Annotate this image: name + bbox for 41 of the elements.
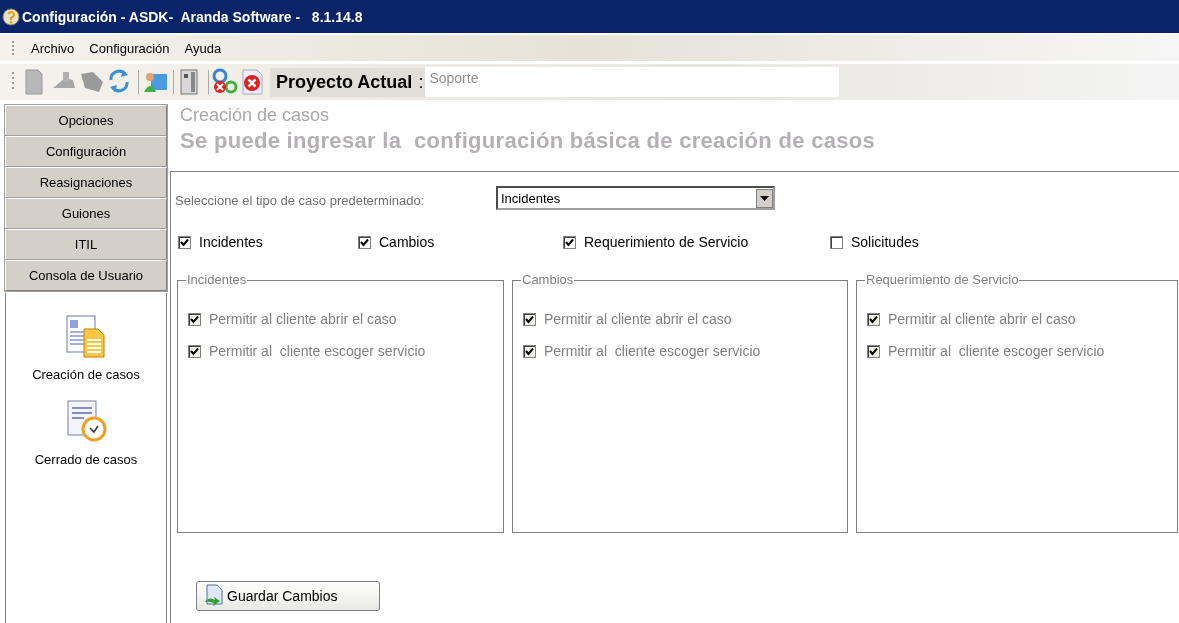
close-icon[interactable] bbox=[240, 68, 266, 96]
app-icon bbox=[2, 7, 20, 26]
sidebar-button[interactable]: Reasignaciones bbox=[5, 167, 167, 198]
checkbox-label: Permitir al cliente abrir el caso bbox=[888, 311, 1076, 327]
checkbox-label: Permitir al cliente abrir el caso bbox=[544, 311, 732, 327]
group-title: Requerimiento de Servicio bbox=[865, 272, 1020, 287]
checkbox[interactable] bbox=[178, 235, 191, 249]
grip-icon[interactable] bbox=[12, 41, 15, 55]
checkbox-label: Solicitudes bbox=[851, 234, 919, 250]
colon-text: : bbox=[416, 67, 426, 97]
section-subtitle: Se puede ingresar la configuración básica de creación de casos bbox=[180, 128, 877, 154]
checkbox-label: Incidentes bbox=[199, 234, 263, 250]
sidebar-button[interactable]: Configuración bbox=[5, 136, 167, 167]
sidebar-button[interactable]: Consola de Usuario bbox=[5, 260, 167, 291]
checkbox-label: Requerimiento de Servicio bbox=[584, 234, 749, 250]
sidebar-button[interactable]: Guiones bbox=[5, 198, 167, 229]
save-document-icon[interactable] bbox=[203, 584, 225, 608]
menu-item[interactable]: Configuración bbox=[83, 40, 179, 56]
sidebar-item[interactable]: Cerrado de casos bbox=[34, 452, 138, 467]
field-label: Seleccione el tipo de caso predeterminado: bbox=[175, 192, 426, 208]
sidebar-button[interactable]: ITIL bbox=[5, 229, 167, 260]
clock-document-icon[interactable] bbox=[64, 398, 108, 444]
menu-item[interactable]: Ayuda bbox=[178, 40, 231, 56]
group-title: Incidentes bbox=[186, 272, 248, 287]
checkbox-label: Permitir al cliente escoger servicio bbox=[544, 343, 761, 359]
checkbox-label: Permitir al cliente escoger servicio bbox=[209, 343, 426, 359]
checkbox[interactable] bbox=[563, 235, 576, 249]
window-title: Configuración - ASDK- Aranda Software - 8.1.14.8 bbox=[22, 8, 363, 25]
save-button[interactable]: Guardar Cambios bbox=[196, 581, 380, 611]
sidebar-button[interactable]: Opciones bbox=[5, 105, 167, 136]
sidebar-item[interactable]: Creación de casos bbox=[32, 367, 140, 382]
checkbox[interactable] bbox=[830, 235, 843, 249]
section-title: Creación de casos bbox=[180, 105, 331, 126]
checkbox-label: Permitir al cliente abrir el caso bbox=[209, 311, 397, 327]
group-title: Cambios bbox=[521, 272, 575, 287]
case-type-dropdown[interactable]: Incidentes bbox=[496, 186, 775, 210]
menu-item[interactable]: Archivo bbox=[25, 40, 84, 56]
checkbox-label: Permitir al cliente escoger servicio bbox=[888, 343, 1105, 359]
project-label: Proyecto Actual bbox=[270, 67, 417, 97]
checkbox[interactable] bbox=[358, 235, 371, 249]
checkbox-label: Cambios bbox=[379, 234, 435, 250]
